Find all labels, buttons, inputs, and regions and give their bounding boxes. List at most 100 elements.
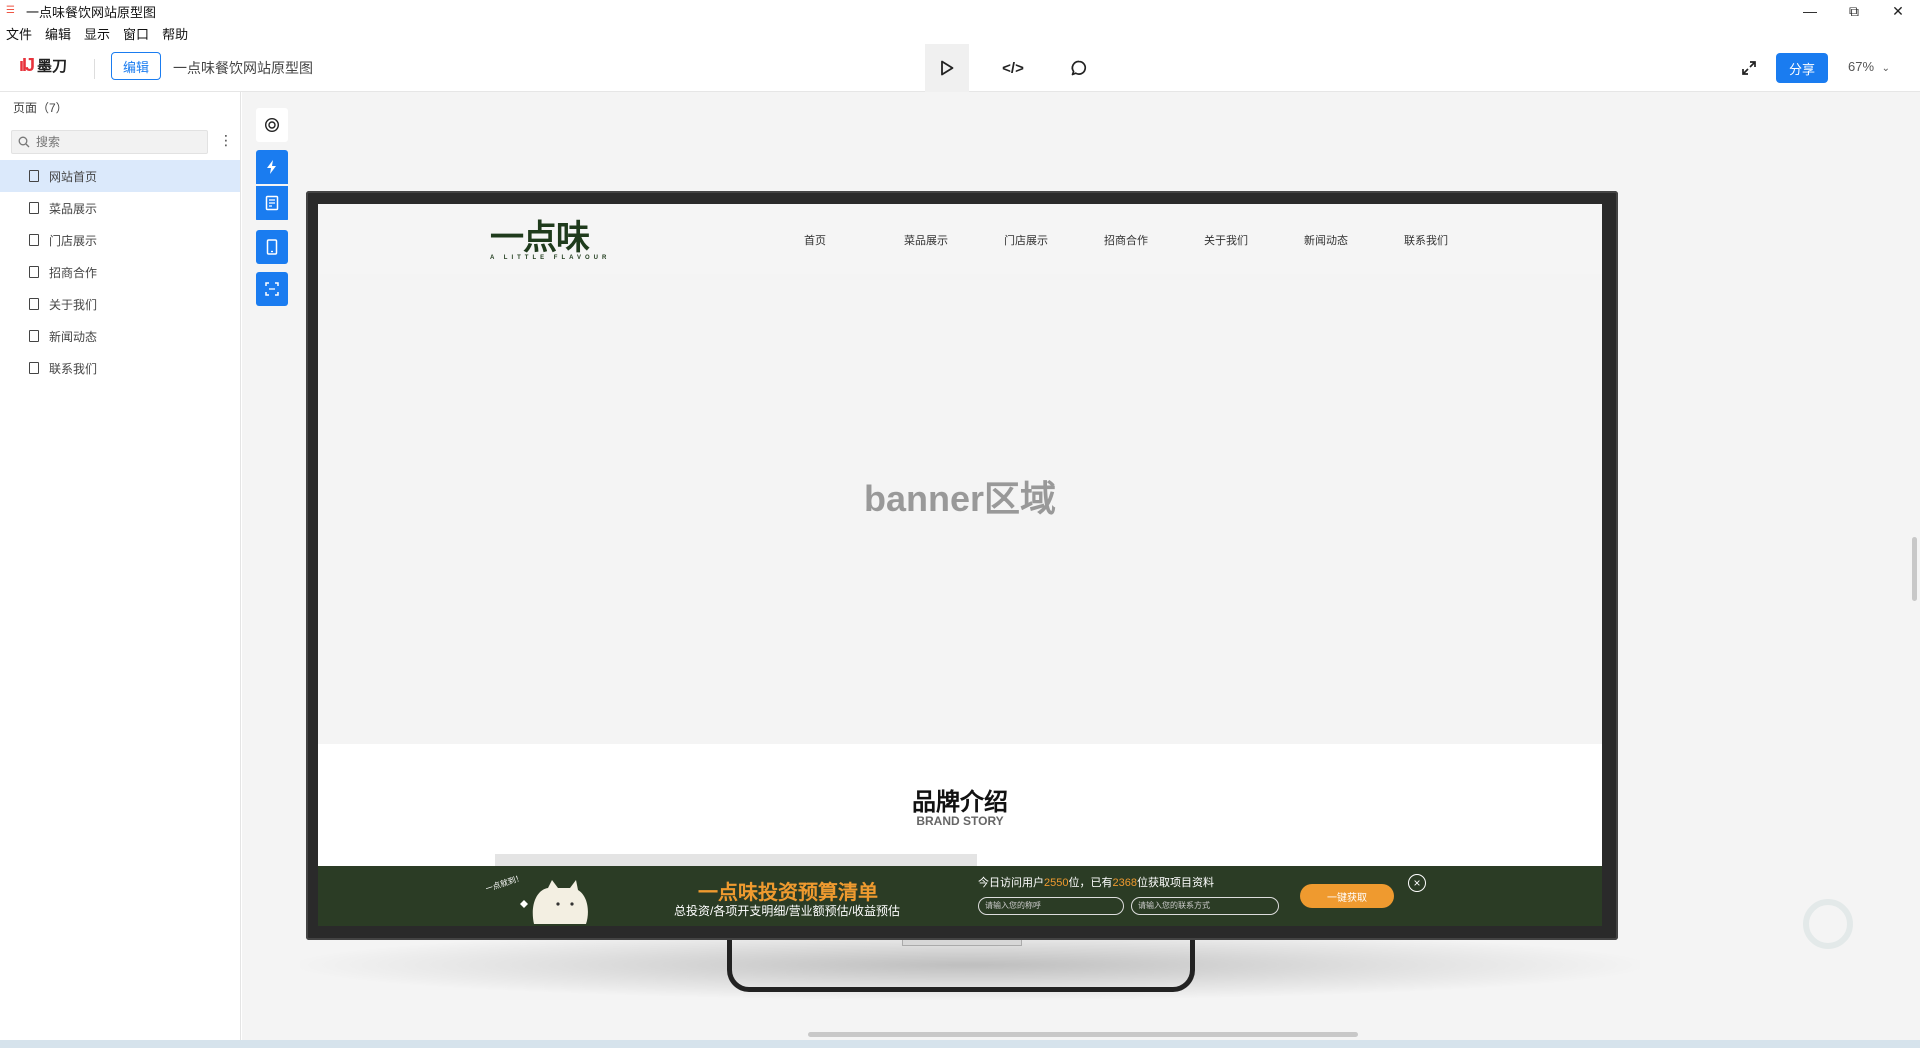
promo-bar: 一点就到！ 一点味投资预算清单 总投资/各项开支明细/营业额预估/收益预估 今日… <box>318 866 1602 926</box>
tv-device-frame: 一点味 A LITTLE FLAVOUR 首页 菜品展示 门店展示 招商合作 关… <box>306 191 1618 940</box>
close-button[interactable]: ✕ <box>1876 0 1920 22</box>
page-item-franchise[interactable]: 招商合作 <box>0 256 240 288</box>
promo-get-button[interactable]: 一键获取 <box>1300 884 1394 908</box>
page-list: 网站首页 菜品展示 门店展示 招商合作 关于我们 新闻动态 联系我们 <box>0 160 240 384</box>
page-icon <box>29 266 39 278</box>
search-input[interactable] <box>36 135 196 149</box>
share-button[interactable]: 分享 <box>1776 53 1828 83</box>
side-toolbar <box>256 108 288 308</box>
page-item-label: 招商合作 <box>49 265 98 280</box>
visit-mid: 位，已有 <box>1068 877 1113 889</box>
menubar: 文件 编辑 显示 窗口 帮助 <box>0 22 201 44</box>
site-nav-about[interactable]: 关于我们 <box>1204 232 1304 248</box>
play-icon <box>941 60 954 76</box>
pages-sidebar: 页面（7） ⋮ 网站首页 菜品展示 门店展示 招商合作 关于我们 新闻动态 <box>0 92 241 1040</box>
menu-view[interactable]: 显示 <box>84 24 110 43</box>
logo-text: 墨刀 <box>37 58 68 75</box>
promo-subtitle: 总投资/各项开支明细/营业额预估/收益预估 <box>674 904 901 918</box>
menu-edit[interactable]: 编辑 <box>45 24 71 43</box>
target-button[interactable] <box>256 108 288 142</box>
cat-mascot-text: 一点就到！ <box>486 872 525 894</box>
logo-mark-icon: ıIJ <box>19 55 35 75</box>
close-icon[interactable]: × <box>1408 874 1426 892</box>
notes-button[interactable] <box>256 186 288 220</box>
watermark-logo-icon <box>1768 894 1888 984</box>
comment-icon <box>1071 60 1087 76</box>
menu-window[interactable]: 窗口 <box>123 24 149 43</box>
qrcode-button[interactable] <box>256 272 288 306</box>
restore-button[interactable]: ⧉ <box>1832 0 1876 22</box>
site-nav-contact[interactable]: 联系我们 <box>1404 232 1504 248</box>
visit-count: 2550 <box>1044 877 1069 889</box>
window-controls: — ⧉ ✕ <box>1788 0 1920 22</box>
play-button[interactable] <box>925 44 969 92</box>
page-item-home[interactable]: 网站首页 <box>0 160 240 192</box>
window-titlebar: ☰ 一点味餐饮网站原型图 — ⧉ ✕ <box>0 0 1920 22</box>
page-item-about[interactable]: 关于我们 <box>0 288 240 320</box>
code-button[interactable]: </> <box>991 44 1035 92</box>
page-item-label: 菜品展示 <box>49 201 98 216</box>
site-header: 一点味 A LITTLE FLAVOUR 首页 菜品展示 门店展示 招商合作 关… <box>318 204 1602 274</box>
expand-icon <box>1742 61 1756 75</box>
site-logo-cn: 一点味 <box>490 218 590 258</box>
promo-title: 一点味投资预算清单 <box>698 882 878 904</box>
visit-suffix: 位获取项目资料 <box>1136 877 1214 889</box>
page-item-label: 联系我们 <box>49 361 98 376</box>
search-icon <box>18 136 30 148</box>
site-nav-stores[interactable]: 门店展示 <box>1004 232 1104 248</box>
device-button[interactable] <box>256 230 288 264</box>
page-icon <box>29 202 39 214</box>
search-box[interactable] <box>11 130 208 154</box>
minimize-button[interactable]: — <box>1788 0 1832 22</box>
got-count: 2368 <box>1112 877 1137 889</box>
code-icon: </> <box>1002 59 1024 77</box>
page-item-dishes[interactable]: 菜品展示 <box>0 192 240 224</box>
interaction-button[interactable] <box>256 150 288 184</box>
more-options-icon[interactable]: ⋮ <box>219 132 233 149</box>
tv-stand <box>727 938 1195 992</box>
window-title: 一点味餐饮网站原型图 <box>26 4 157 20</box>
lightning-icon <box>267 160 276 174</box>
page-icon <box>29 170 39 182</box>
prototype-screen: 一点味 A LITTLE FLAVOUR 首页 菜品展示 门店展示 招商合作 关… <box>318 204 1602 926</box>
menu-help[interactable]: 帮助 <box>162 24 188 43</box>
vertical-scrollbar[interactable] <box>1912 537 1917 601</box>
page-item-label: 网站首页 <box>49 169 98 184</box>
pages-header: 页面（7） <box>13 101 68 115</box>
page-item-stores[interactable]: 门店展示 <box>0 224 240 256</box>
site-nav-franchise[interactable]: 招商合作 <box>1104 232 1204 248</box>
banner-area: banner区域 <box>318 274 1602 744</box>
cat-mascot-icon: 一点就到！ <box>486 872 588 924</box>
promo-name-input[interactable]: 请输入您的称呼 <box>978 897 1124 915</box>
document-title: 一点味餐饮网站原型图 <box>173 60 313 76</box>
page-icon <box>29 330 39 342</box>
site-nav-home[interactable]: 首页 <box>804 232 904 248</box>
status-bar <box>0 1040 1920 1048</box>
document-icon <box>265 195 279 211</box>
page-item-news[interactable]: 新闻动态 <box>0 320 240 352</box>
site-nav: 首页 菜品展示 门店展示 招商合作 关于我们 新闻动态 联系我们 <box>804 232 1504 248</box>
brand-subtitle: BRAND STORY <box>916 814 1004 828</box>
page-item-contact[interactable]: 联系我们 <box>0 352 240 384</box>
chevron-down-icon: ⌄ <box>1881 63 1891 74</box>
fullscreen-button[interactable] <box>1736 56 1762 80</box>
menu-file[interactable]: 文件 <box>6 24 32 43</box>
app-logo[interactable]: ıIJ 墨刀 <box>19 55 67 76</box>
edit-button[interactable]: 编辑 <box>111 52 161 80</box>
horizontal-scrollbar[interactable] <box>808 1032 1358 1037</box>
site-nav-dishes[interactable]: 菜品展示 <box>904 232 1004 248</box>
blue-tool-group <box>256 150 288 222</box>
target-icon <box>264 117 280 133</box>
phone-icon <box>266 239 278 255</box>
promo-contact-input[interactable]: 请输入您的联系方式 <box>1131 897 1279 915</box>
site-logo-en: A LITTLE FLAVOUR <box>490 255 611 261</box>
promo-visit-stats: 今日访问用户2550位，已有2368位获取项目资料 <box>978 874 1214 890</box>
site-logo[interactable]: 一点味 A LITTLE FLAVOUR <box>490 210 610 262</box>
scan-icon <box>265 282 279 296</box>
zoom-select[interactable]: 67% ⌄ <box>1848 59 1890 74</box>
app-icon: ☰ <box>6 5 15 16</box>
site-nav-news[interactable]: 新闻动态 <box>1304 232 1404 248</box>
page-icon <box>29 234 39 246</box>
zoom-value: 67% <box>1848 59 1875 74</box>
comment-button[interactable] <box>1057 44 1101 92</box>
